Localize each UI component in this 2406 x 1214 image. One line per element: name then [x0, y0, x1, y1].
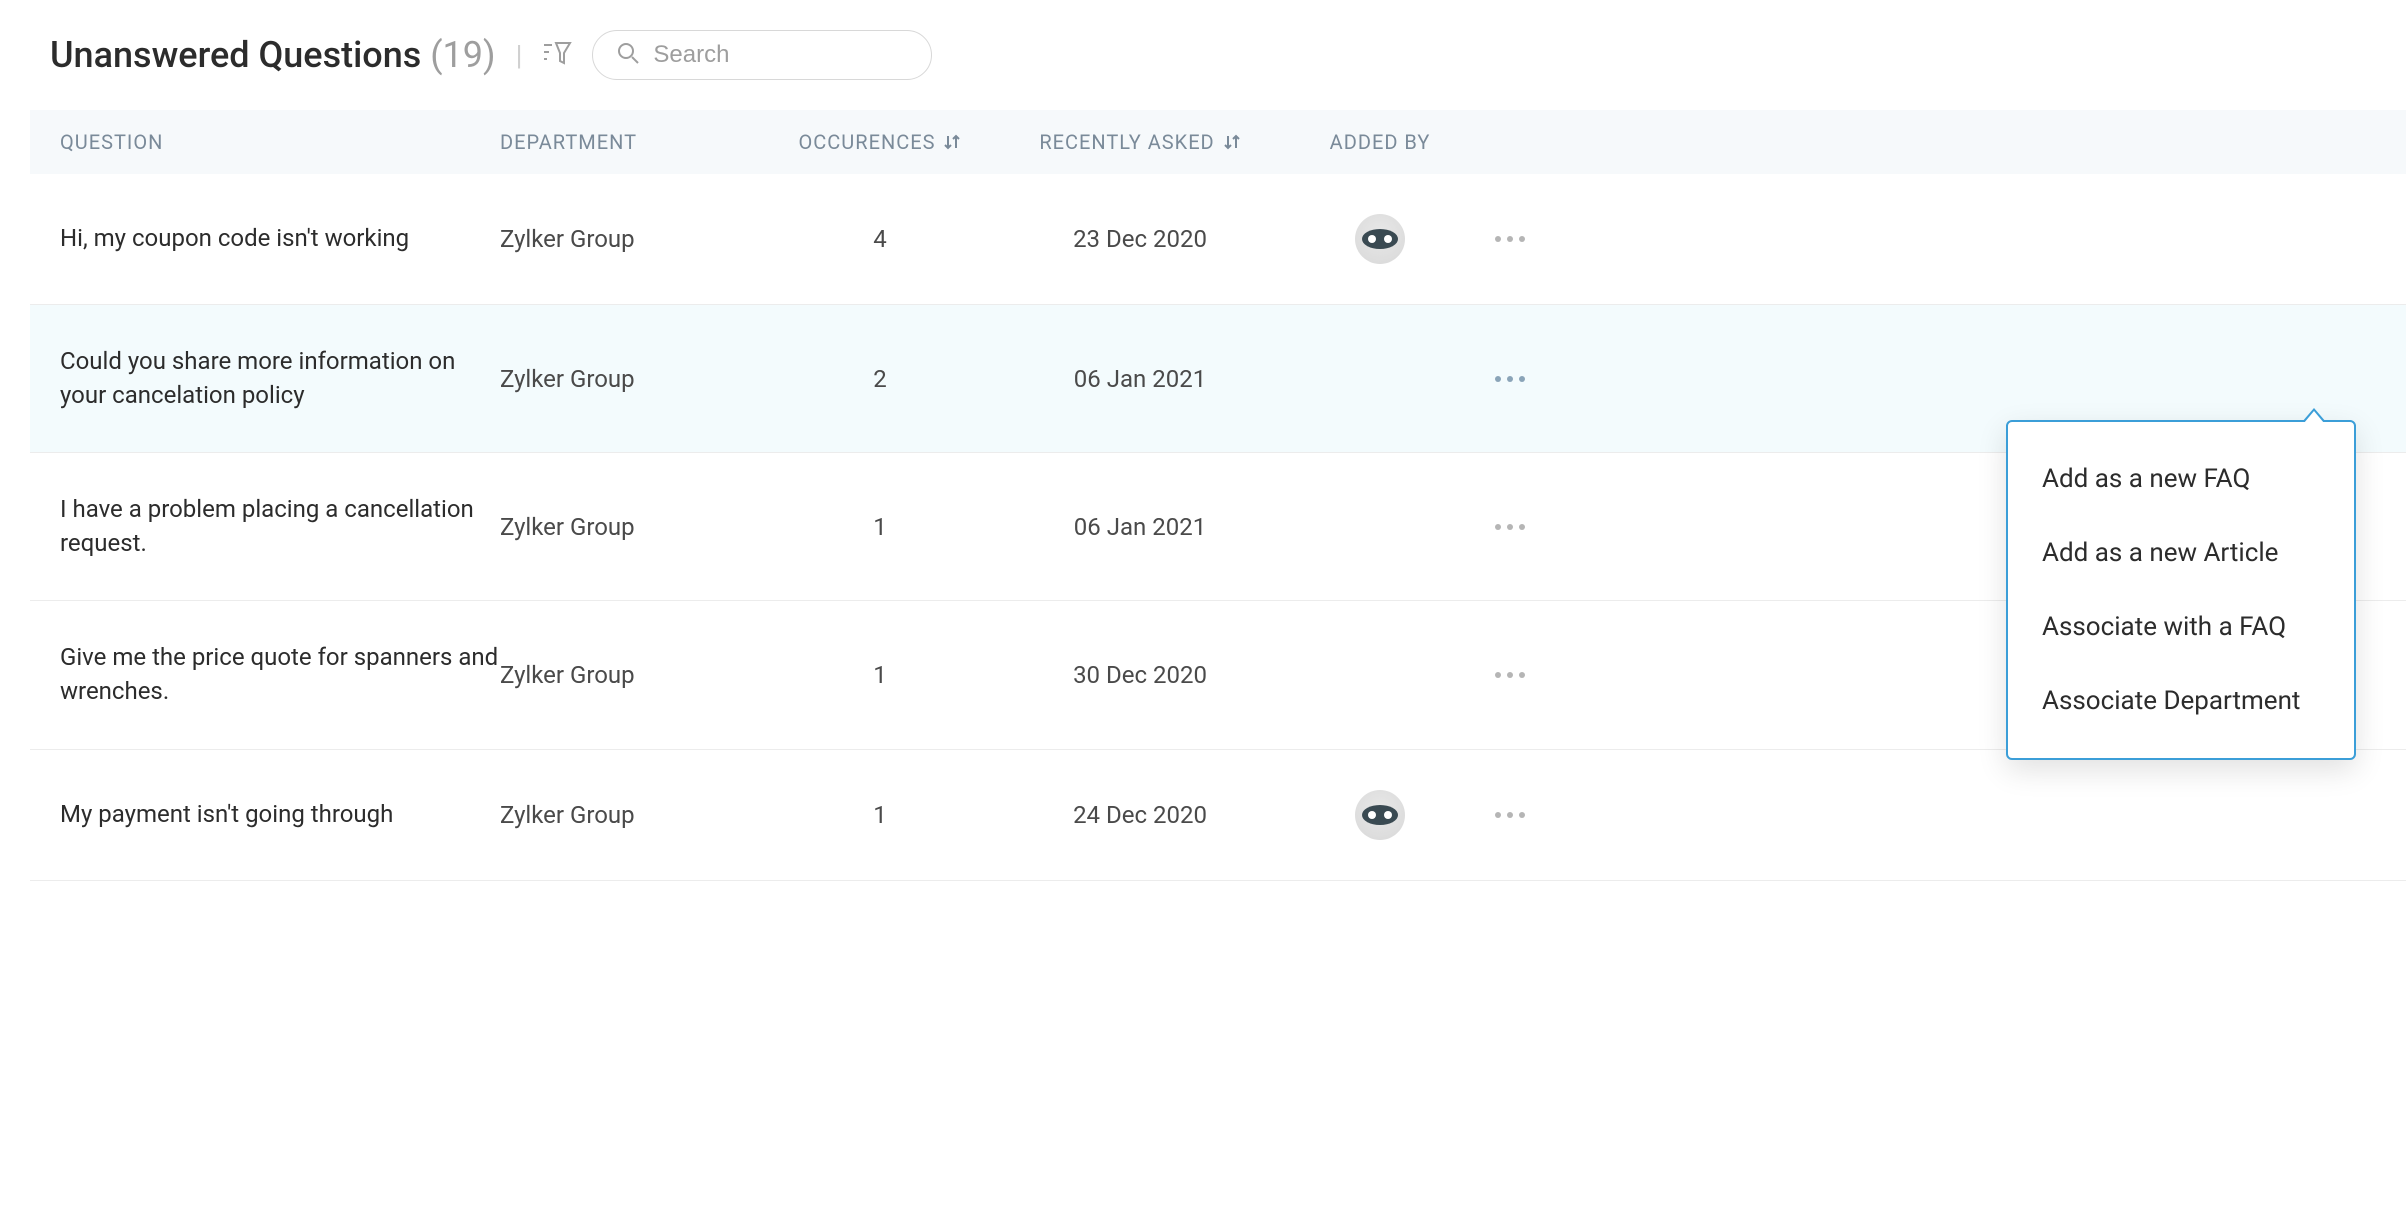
filter-icon[interactable] [542, 39, 572, 71]
bot-avatar-icon [1355, 790, 1405, 840]
divider: | [516, 39, 523, 72]
cell-recently-asked: 24 Dec 2020 [1000, 801, 1280, 829]
title-count: (19) [430, 34, 495, 76]
action-associate-department[interactable]: Associate Department [2008, 664, 2354, 738]
cell-question: Hi, my coupon code isn't working [60, 222, 500, 256]
action-associate-faq[interactable]: Associate with a FAQ [2008, 590, 2354, 664]
cell-added-by [1280, 214, 1480, 264]
page-header: Unanswered Questions (19) | [30, 20, 2406, 110]
row-actions-button[interactable] [1480, 672, 1540, 678]
table-header: QUESTION DEPARTMENT OCCURENCES RECENTLY … [30, 110, 2406, 174]
cell-occurrences: 1 [760, 513, 1000, 541]
questions-table: QUESTION DEPARTMENT OCCURENCES RECENTLY … [30, 110, 2406, 881]
table-row[interactable]: Hi, my coupon code isn't workingZylker G… [30, 174, 2406, 305]
col-header-question[interactable]: QUESTION [60, 130, 500, 154]
cell-department: Zylker Group [500, 365, 760, 393]
cell-department: Zylker Group [500, 225, 760, 253]
cell-occurrences: 2 [760, 365, 1000, 393]
col-header-recently-asked[interactable]: RECENTLY ASKED [1000, 130, 1280, 154]
cell-occurrences: 1 [760, 661, 1000, 689]
cell-recently-asked: 23 Dec 2020 [1000, 225, 1280, 253]
row-actions-button[interactable] [1480, 376, 1540, 382]
row-actions-button[interactable] [1480, 524, 1540, 530]
row-actions-button[interactable] [1480, 236, 1540, 242]
cell-question: Could you share more information on your… [60, 345, 500, 412]
row-actions-button[interactable] [1480, 812, 1540, 818]
search-box[interactable] [592, 30, 932, 80]
cell-question: I have a problem placing a cancellation … [60, 493, 500, 560]
page-title: Unanswered Questions (19) [50, 34, 496, 76]
col-header-added-by[interactable]: ADDED BY [1280, 130, 1480, 154]
cell-question: Give me the price quote for spanners and… [60, 641, 500, 708]
cell-recently-asked: 06 Jan 2021 [1000, 513, 1280, 541]
cell-occurrences: 1 [760, 801, 1000, 829]
cell-recently-asked: 30 Dec 2020 [1000, 661, 1280, 689]
cell-department: Zylker Group [500, 801, 760, 829]
cell-occurrences: 4 [760, 225, 1000, 253]
cell-department: Zylker Group [500, 661, 760, 689]
cell-added-by [1280, 790, 1480, 840]
sort-icon [1223, 133, 1241, 151]
cell-question: My payment isn't going through [60, 798, 500, 832]
sort-icon [943, 133, 961, 151]
bot-avatar-icon [1355, 214, 1405, 264]
cell-recently-asked: 06 Jan 2021 [1000, 365, 1280, 393]
col-header-occurrences[interactable]: OCCURENCES [760, 130, 1000, 154]
action-add-faq[interactable]: Add as a new FAQ [2008, 442, 2354, 516]
search-icon [617, 42, 639, 68]
row-actions-popover: Add as a new FAQ Add as a new Article As… [2006, 420, 2356, 760]
col-header-department[interactable]: DEPARTMENT [500, 130, 760, 154]
title-text: Unanswered Questions [50, 34, 421, 76]
cell-department: Zylker Group [500, 513, 760, 541]
table-row[interactable]: My payment isn't going throughZylker Gro… [30, 750, 2406, 881]
search-input[interactable] [653, 41, 907, 69]
action-add-article[interactable]: Add as a new Article [2008, 516, 2354, 590]
